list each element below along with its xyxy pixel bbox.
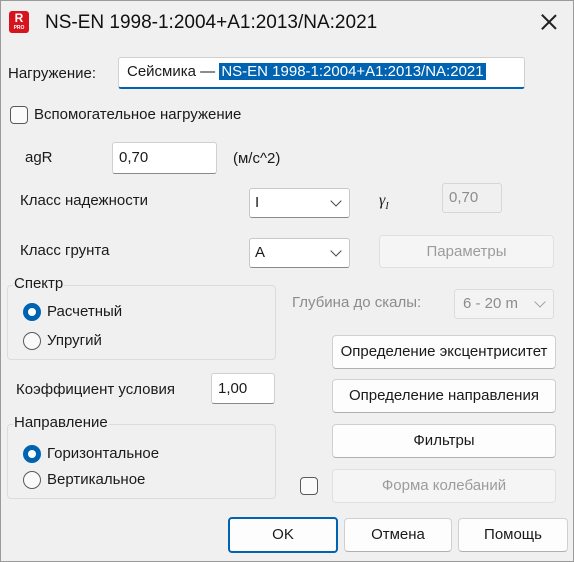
eccentricity-button[interactable]: Определение эксцентриситет [332,335,556,369]
depth-to-rock-label: Глубина до скалы: [292,294,422,311]
soil-class-value: A [255,244,266,261]
title-bar: R PRO NS-EN 1998-1:2004+A1:2013/NA:2021 [1,1,573,45]
window-title: NS-EN 1998-1:2004+A1:2013/NA:2021 [45,12,378,33]
ok-button[interactable]: OK [228,517,338,553]
soil-class-label: Класс грунта [20,242,110,259]
load-name-selected-text: NS-EN 1998-1:2004+A1:2013/NA:2021 [219,63,486,80]
depth-to-rock-select[interactable]: 6 - 20 m [454,289,554,319]
direction-horizontal-radio[interactable] [23,445,41,463]
filters-button[interactable]: Фильтры [332,424,556,458]
dialog-window: R PRO NS-EN 1998-1:2004+A1:2013/NA:2021 … [0,0,574,562]
spectrum-design-label: Расчетный [47,303,123,320]
help-button[interactable]: Помощь [458,518,568,552]
load-name-prefix: Сейсмика — [127,63,220,80]
cancel-button[interactable]: Отмена [344,518,452,552]
mode-shapes-button[interactable]: Форма колебаний [332,469,556,503]
direction-vertical-label: Вертикальное [47,471,146,488]
auxiliary-load-label: Вспомогательное нагружение [34,106,242,123]
spectrum-legend: Спектр [13,275,65,292]
close-icon[interactable] [537,10,561,34]
eccentricity-button-label: Определение эксцентриситет [340,343,548,360]
chevron-down-icon [330,195,342,207]
direction-legend: Направление [13,414,109,431]
soil-class-select[interactable]: A [249,238,350,268]
depth-to-rock-value: 6 - 20 m [463,295,519,312]
app-logo-sub: PRO [13,25,25,31]
gamma-value-field: 0,70 [442,183,502,213]
direction-vertical-radio[interactable] [23,471,41,489]
chevron-down-icon [330,245,342,257]
spectrum-elastic-radio[interactable] [23,332,41,350]
agr-label: agR [25,149,53,166]
agr-input[interactable]: 0,70 [112,142,217,174]
reliability-class-label: Класс надежности [20,192,148,209]
gamma-symbol: γI [379,192,389,212]
app-logo-letter: R [14,11,24,25]
reliability-class-value: I [255,194,260,211]
gamma-subscript: I [385,201,389,213]
agr-unit: (м/с^2) [233,150,281,167]
direction-horizontal-label: Горизонтальное [47,445,160,462]
direction-button[interactable]: Определение направления [332,379,556,413]
spectrum-design-radio[interactable] [23,303,41,321]
spectrum-elastic-label: Упругий [47,332,102,349]
condition-factor-input[interactable]: 1,00 [211,373,275,404]
condition-factor-label: Коэффициент условия [16,381,175,398]
chevron-down-icon [534,296,546,308]
parameters-button[interactable]: Параметры [379,235,554,268]
load-name-input[interactable]: Сейсмика — NS-EN 1998-1:2004+A1:2013/NA:… [118,57,525,89]
mode-shapes-checkbox[interactable] [300,477,318,495]
app-logo-icon: R PRO [9,11,29,33]
reliability-class-select[interactable]: I [249,188,350,218]
auxiliary-load-checkbox[interactable] [10,106,28,124]
load-name-label: Нагружение: [8,65,97,82]
